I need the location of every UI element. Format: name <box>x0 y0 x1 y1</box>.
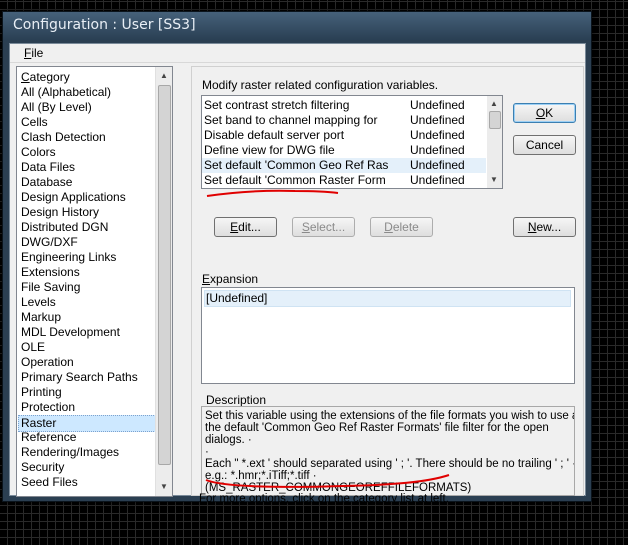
category-item[interactable]: Clash Detection <box>19 130 161 145</box>
edit-button[interactable]: Edit... <box>214 217 277 237</box>
delete-label: elete <box>392 220 419 234</box>
scroll-thumb[interactable] <box>158 85 171 465</box>
variable-row[interactable]: Set default 'Common Geo Ref Ras Undefined <box>202 158 486 173</box>
description-line: the default 'Common Geo Ref Raster Forma… <box>205 422 549 434</box>
variable-name: Set contrast stretch filtering <box>204 98 350 112</box>
variable-name: Set band to channel mapping for <box>204 113 378 127</box>
category-item[interactable]: MDL Development <box>19 325 161 340</box>
configuration-window: Configuration : User [SS3] File Category… <box>2 11 592 505</box>
dialog-client: File Category All (Alphabetical) All (By … <box>9 43 586 505</box>
category-item[interactable]: Distributed DGN <box>19 220 161 235</box>
variable-name: Disable default server port <box>204 128 345 142</box>
description-line: e.g.: *.hmr;*.iTiff;*.tiff · <box>205 470 317 482</box>
menu-bar: File <box>10 44 585 63</box>
category-item[interactable]: OLE <box>19 340 161 355</box>
category-scrollbar[interactable]: ▲ ▼ <box>155 67 172 496</box>
variable-value: Undefined <box>410 98 465 112</box>
category-header-mnemonic: C <box>21 70 30 84</box>
variable-value: Undefined <box>410 158 465 172</box>
description-label: Description <box>206 393 267 407</box>
description-line: · <box>205 446 209 458</box>
select-button[interactable]: Select... <box>292 217 355 237</box>
select-mnemonic: S <box>301 220 310 234</box>
variable-value: Undefined <box>410 128 465 142</box>
delete-button[interactable]: Delete <box>370 217 433 237</box>
category-header-label: ategory <box>29 70 70 84</box>
variable-row[interactable]: Disable default server port Undefined <box>202 128 486 143</box>
settings-panel: Modify raster related configuration vari… <box>191 66 584 496</box>
cancel-label: Cancel <box>525 138 564 152</box>
title-bar[interactable]: Configuration : User [SS3] <box>3 12 591 40</box>
category-item[interactable]: Engineering Links <box>19 250 161 265</box>
instruction-text: Modify raster related configuration vari… <box>202 78 439 92</box>
select-label: elect... <box>309 220 346 234</box>
new-button[interactable]: New... <box>513 217 576 237</box>
variable-scrollbar[interactable]: ▲ ▼ <box>487 96 502 188</box>
category-item[interactable]: Design History <box>19 205 161 220</box>
category-item[interactable]: Printing <box>19 385 161 400</box>
category-header: Category <box>21 70 70 84</box>
ok-label: K <box>545 106 554 120</box>
variable-value: Undefined <box>410 113 465 127</box>
expansion-label-text: xpansion <box>210 272 259 286</box>
category-item[interactable]: Protection <box>19 400 161 415</box>
variable-value: Undefined <box>410 173 465 187</box>
category-item[interactable]: Primary Search Paths <box>19 370 161 385</box>
description-line: dialogs. · <box>205 434 252 446</box>
category-item[interactable]: Seed Files <box>19 475 161 490</box>
new-label: ew... <box>536 220 562 234</box>
category-item[interactable]: Reference <box>19 430 161 445</box>
category-item[interactable]: DWG/DXF <box>19 235 161 250</box>
expansion-list[interactable]: [Undefined] <box>201 287 575 384</box>
category-item[interactable]: Extensions <box>19 265 161 280</box>
category-item[interactable]: Database <box>19 175 161 190</box>
scroll-down-icon[interactable]: ▼ <box>157 480 171 494</box>
description-box: Set this variable using the extensions o… <box>201 406 575 496</box>
delete-mnemonic: D <box>384 220 393 234</box>
category-item[interactable]: Cells <box>19 115 161 130</box>
expansion-value[interactable]: [Undefined] <box>204 290 571 307</box>
scroll-thumb[interactable] <box>489 111 501 129</box>
variable-row[interactable]: Set default 'Common Raster Form Undefined <box>202 173 486 188</box>
status-text: For more options, click on the category … <box>199 493 449 505</box>
category-item[interactable]: Data Files <box>19 160 161 175</box>
variable-row[interactable]: Set contrast stretch filtering Undefined <box>202 98 486 113</box>
category-item[interactable]: Design Applications <box>19 190 161 205</box>
variable-name: Set default 'Common Raster Form <box>204 173 386 187</box>
expansion-label: Expansion <box>202 272 258 286</box>
category-item[interactable]: File Saving <box>19 280 161 295</box>
variable-row[interactable]: Define view for DWG file Undefined <box>202 143 486 158</box>
window-title: Configuration : User [SS3] <box>13 17 196 33</box>
ok-mnemonic: O <box>535 106 546 120</box>
variable-row[interactable]: Set band to channel mapping for Undefined <box>202 113 486 128</box>
category-item[interactable]: Security <box>19 460 161 475</box>
description-line: Each " *.ext ' should separated using ' … <box>205 458 575 470</box>
category-item[interactable]: Operation <box>19 355 161 370</box>
category-item[interactable]: Colors <box>19 145 161 160</box>
category-item[interactable]: Markup <box>19 310 161 325</box>
scroll-down-icon[interactable]: ▼ <box>487 173 501 187</box>
scroll-up-icon[interactable]: ▲ <box>487 97 501 111</box>
cancel-button[interactable]: Cancel <box>513 135 576 155</box>
edit-mnemonic: E <box>230 220 239 234</box>
scroll-up-icon[interactable]: ▲ <box>157 69 171 83</box>
category-item[interactable]: All (By Level) <box>19 100 161 115</box>
expansion-mnemonic: E <box>202 272 211 286</box>
variable-value: Undefined <box>410 143 465 157</box>
category-list[interactable]: Category All (Alphabetical) All (By Level… <box>16 66 173 497</box>
category-item[interactable]: Rendering/Images <box>19 445 161 460</box>
menu-file-label: ile <box>31 46 44 60</box>
menu-file[interactable]: File <box>24 46 43 60</box>
variable-list[interactable]: Set contrast stretch filtering Undefined S… <box>201 95 503 189</box>
red-underline-annotation <box>206 189 339 197</box>
edit-label: dit... <box>238 220 261 234</box>
category-item[interactable]: All (Alphabetical) <box>19 85 161 100</box>
category-item[interactable]: Levels <box>19 295 161 310</box>
ok-button[interactable]: OK <box>513 103 576 123</box>
description-line: Set this variable using the extensions o… <box>205 410 575 422</box>
variable-name: Define view for DWG file <box>204 143 335 157</box>
variable-name: Set default 'Common Geo Ref Ras <box>204 158 389 172</box>
